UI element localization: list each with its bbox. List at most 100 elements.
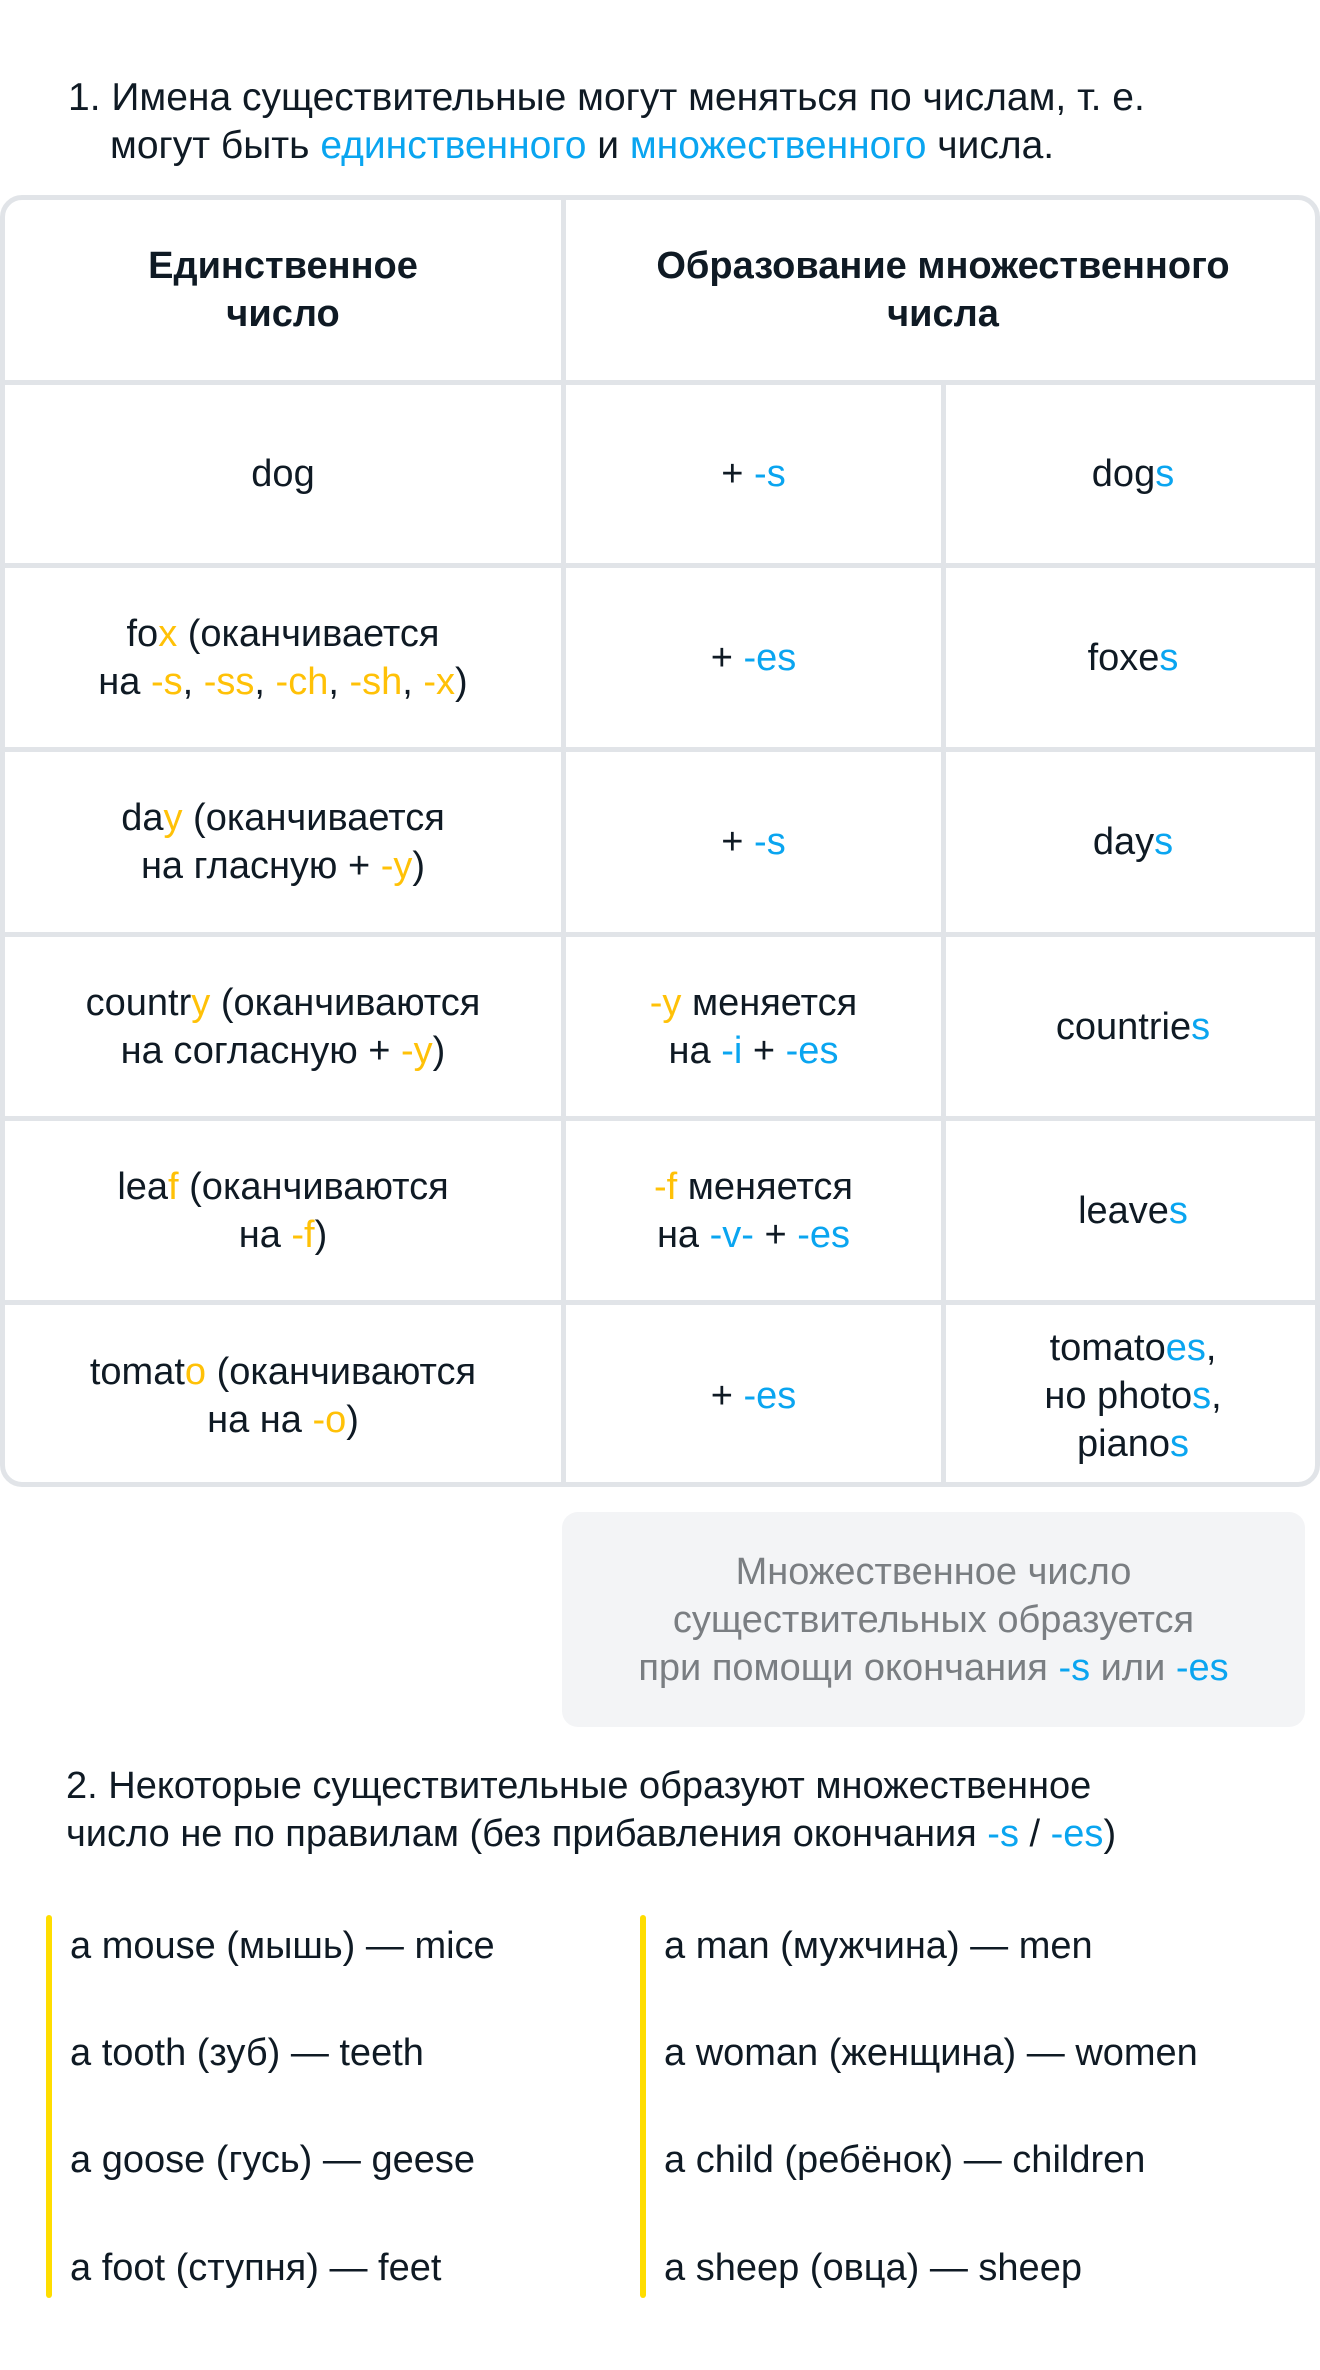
intro-line-1: 1. Имена существительные могут меняться … <box>68 76 1145 119</box>
cell-rule: + -s <box>566 752 941 932</box>
accent-bar <box>640 1915 646 2298</box>
section-2-text: число не по правилам (без прибавления ок… <box>66 1813 988 1855</box>
highlight-blue: s <box>1191 1005 1211 1048</box>
header-text: Образование множественного <box>656 245 1230 287</box>
highlight-singular: единственного <box>320 124 587 167</box>
cell-text: но photo <box>1044 1375 1193 1417</box>
cell-plural: countries <box>946 937 1315 1116</box>
cell-text: + <box>742 1029 786 1072</box>
cell-text: foxe <box>1087 636 1160 679</box>
highlight-yellow: y <box>163 797 183 839</box>
list-item: a woman (женщина) — women <box>664 2032 1198 2074</box>
cell-text: на гласную + <box>140 845 381 887</box>
highlight-yellow: -sh <box>349 660 403 703</box>
cell-text: fo <box>126 612 159 655</box>
section-2-text: ) <box>1103 1813 1117 1855</box>
highlight-yellow: y <box>191 981 211 1024</box>
irregular-list-right: a man (мужчина) — men a woman (женщина) … <box>640 1915 1310 2298</box>
list-item: a foot (ступня) — feet <box>70 2247 442 2289</box>
cell-text: (оканчиваются <box>210 981 481 1024</box>
cell-plural: dogs <box>946 385 1315 563</box>
note-text: или <box>1090 1646 1176 1689</box>
section-2-heading: 2. Некоторые существительные образуют мн… <box>66 1762 1306 1858</box>
cell-rule: + -es <box>566 1305 941 1482</box>
cell-plural: days <box>946 752 1315 932</box>
cell-rule: -y меняется на -i + -es <box>566 937 941 1116</box>
cell-text: , <box>1205 1327 1217 1369</box>
cell-text: leave <box>1078 1189 1169 1232</box>
cell-text: , <box>328 660 350 703</box>
highlight-blue: -es <box>785 1029 839 1072</box>
cell-text: меняется <box>677 1165 854 1208</box>
cell-text: countrie <box>1055 1005 1192 1048</box>
highlight-blue: s <box>1169 1423 1189 1465</box>
accent-bar <box>46 1915 52 2298</box>
cell-singular: tomato (оканчиваются на на -o) <box>5 1305 561 1482</box>
cell-text: dog <box>251 453 315 495</box>
highlight-yellow: x <box>158 612 178 655</box>
cell-rule: + -es <box>566 568 941 747</box>
cell-text: (оканчиваются <box>206 1351 477 1393</box>
highlight-blue: s <box>1159 636 1179 679</box>
cell-text: на <box>98 660 151 703</box>
highlight-blue: -es <box>743 1375 797 1417</box>
cell-text: ) <box>314 1213 328 1256</box>
cell-text: tomat <box>89 1351 185 1393</box>
header-text: Единственное <box>148 245 418 287</box>
cell-plural: foxes <box>946 568 1315 747</box>
cell-text: dog <box>1091 453 1156 495</box>
cell-text: + <box>710 1375 744 1417</box>
cell-text: на <box>656 1213 710 1256</box>
note-suffix-s: -s <box>1058 1646 1091 1689</box>
cell-text: + <box>753 1213 798 1256</box>
cell-text: (оканчивается <box>182 797 445 839</box>
cell-text: lea <box>117 1165 169 1208</box>
highlight-yellow: o <box>184 1351 207 1393</box>
cell-plural: leaves <box>946 1121 1315 1300</box>
cell-rule: + -s <box>566 385 941 563</box>
cell-text: piano <box>1077 1423 1170 1465</box>
section-2-suffix-es: -es <box>1050 1813 1104 1855</box>
cell-singular: dog <box>5 385 561 563</box>
header-singular: Единственное число <box>5 200 561 380</box>
rule-note: Множественное число существительных обра… <box>562 1512 1305 1727</box>
note-text: Множественное число <box>735 1550 1132 1593</box>
cell-text: , <box>402 660 424 703</box>
highlight-blue: -s <box>754 453 786 495</box>
cell-text: tomato <box>1049 1327 1166 1369</box>
cell-text: + <box>721 453 755 495</box>
cell-text: countr <box>85 981 192 1024</box>
cell-text: на <box>668 1029 722 1072</box>
cell-text: day <box>1092 821 1155 863</box>
cell-text: ) <box>346 1399 359 1441</box>
list-item: a goose (гусь) — geese <box>70 2139 475 2181</box>
cell-text: на на <box>207 1399 313 1441</box>
header-text: числа <box>887 293 999 335</box>
header-plural: Образование множественного числа <box>566 200 1315 380</box>
cell-singular: fox (оканчивается на -s, -ss, -ch, -sh, -… <box>5 568 561 747</box>
highlight-blue: -v- <box>709 1213 754 1256</box>
highlight-yellow: -f <box>291 1213 315 1256</box>
cell-text: (оканчиваются <box>178 1165 449 1208</box>
cell-text: + <box>710 636 744 679</box>
cell-singular: day (оканчивается на гласную + -y) <box>5 752 561 932</box>
cell-text: , <box>254 660 276 703</box>
list-item: a sheep (овца) — sheep <box>664 2247 1082 2289</box>
highlight-yellow: -y <box>401 1029 433 1072</box>
note-suffix-es: -es <box>1175 1646 1229 1689</box>
section-2-text: 2. Некоторые существительные образуют мн… <box>66 1765 1092 1807</box>
cell-text: , <box>1211 1375 1222 1417</box>
highlight-yellow: -s <box>150 660 183 703</box>
cell-text: меняется <box>681 981 858 1024</box>
cell-rule: -f меняется на -v- + -es <box>566 1121 941 1300</box>
list-item: a tooth (зуб) — teeth <box>70 2032 424 2074</box>
intro-text: и <box>586 124 630 167</box>
section-2-suffix-s: -s <box>987 1813 1019 1855</box>
highlight-blue: s <box>1192 1375 1212 1417</box>
cell-text: + <box>721 821 755 863</box>
highlight-blue: s <box>1154 821 1174 863</box>
highlight-blue: -i <box>721 1029 743 1072</box>
list-number: 1. <box>68 76 101 119</box>
highlight-yellow: -y <box>649 981 682 1024</box>
section-2-text: / <box>1018 1813 1051 1855</box>
